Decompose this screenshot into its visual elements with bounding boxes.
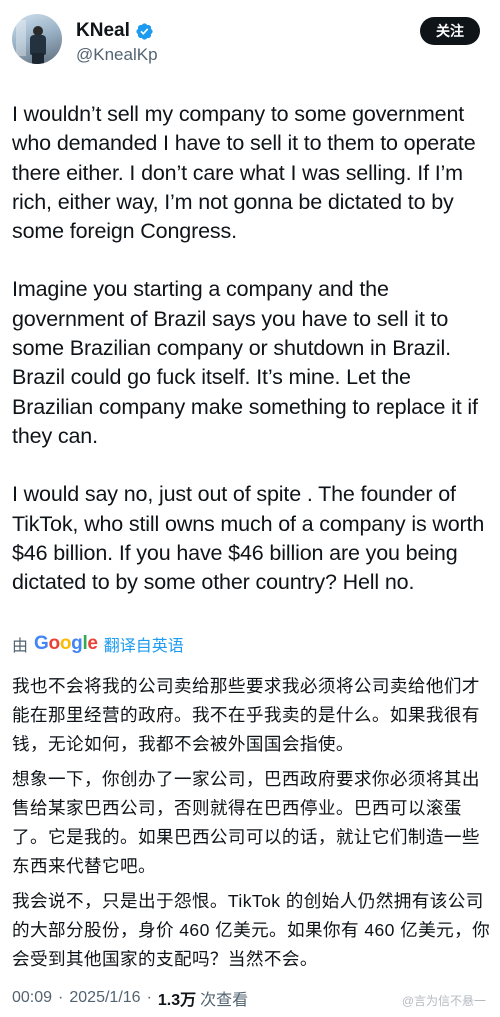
tweet-date[interactable]: 2025/1/16 <box>69 989 140 1007</box>
translated-from-link[interactable]: 翻译自英语 <box>104 632 184 656</box>
tweet-meta: 00:09 · 2025/1/16 · 1.3万 次查看 <box>12 986 248 1010</box>
translated-text: 我也不会将我的公司卖给那些要求我必须将公司卖给他们才能在那里经营的政府。我不在乎… <box>12 672 492 980</box>
tweet-paragraph: Imagine you starting a company and the g… <box>12 277 478 448</box>
verified-badge-icon <box>136 22 153 40</box>
tweet-header: KNeal @KnealKp 关注 <box>0 0 500 80</box>
translation-attribution: 由 Google 翻译自英语 <box>12 632 184 656</box>
translated-by-label: 由 <box>12 638 29 655</box>
avatar-light <box>16 20 26 56</box>
user-handle[interactable]: @KnealKp <box>76 45 158 65</box>
tweet-paragraph: I wouldn’t sell my company to some gover… <box>12 102 476 244</box>
tweet-paragraph: I would say no, just out of spite . The … <box>12 482 485 595</box>
translation-paragraph: 我也不会将我的公司卖给那些要求我必须将公司卖给他们才能在那里经营的政府。我不在乎… <box>12 676 480 754</box>
views-count[interactable]: 1.3万 <box>158 986 196 1010</box>
avatar-figure-legs <box>32 53 44 64</box>
display-name[interactable]: KNeal <box>76 20 130 42</box>
tweet-time[interactable]: 00:09 <box>12 989 52 1007</box>
meta-separator: · <box>58 989 64 1006</box>
translation-paragraph: 我会说不，只是出于怨恨。TikTok 的创始人仍然拥有该公司的大部分股份，身价 … <box>12 891 491 969</box>
avatar-figure-body <box>30 35 46 55</box>
name-row: KNeal <box>76 20 154 42</box>
watermark: @言为信不悬一 <box>401 994 486 1008</box>
meta-separator: · <box>146 989 152 1006</box>
google-logo: Google <box>34 633 98 654</box>
views-label: 次查看 <box>200 992 249 1009</box>
tweet-text: I wouldn’t sell my company to some gover… <box>12 100 490 626</box>
avatar[interactable] <box>12 14 62 64</box>
translation-paragraph: 想象一下，你创办了一家公司，巴西政府要求你必须将其出售给某家巴西公司，否则就得在… <box>12 769 480 876</box>
follow-button[interactable]: 关注 <box>420 17 480 45</box>
